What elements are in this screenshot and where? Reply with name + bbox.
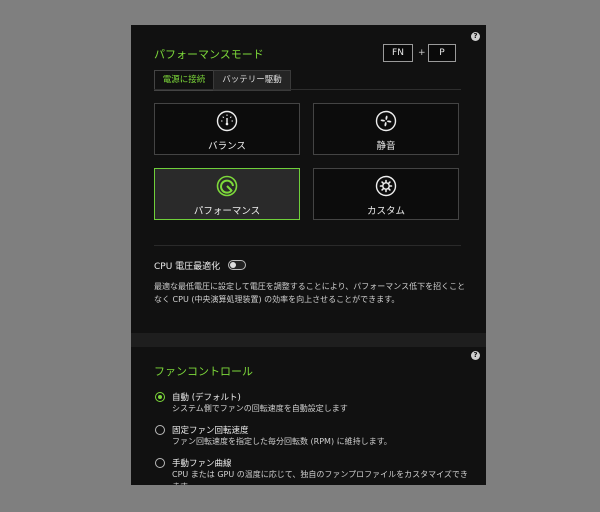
mode-balance-label: バランス — [208, 141, 246, 152]
section-divider — [154, 245, 461, 246]
performance-icon — [216, 175, 238, 197]
performance-mode-title: パフォーマンスモード — [154, 48, 264, 61]
gear-icon — [375, 175, 397, 197]
performance-mode-section: ? パフォーマンスモード FN + P 電源に接続 バッテリー駆動 バランス 静… — [131, 25, 486, 333]
mode-silent-label: 静音 — [376, 141, 396, 152]
fan-control-section: ? ファンコントロール 自動 (デフォルト) システム側でファンの回転速度を自動… — [131, 347, 486, 485]
fan-auto-title: 自動 (デフォルト) — [172, 393, 241, 403]
fan-help-icon[interactable]: ? — [471, 351, 480, 360]
cpu-voltage-description: 最適な最低電圧に設定して電圧を調整することにより、パフォーマンス低下を招くことな… — [154, 282, 466, 304]
tab-underline — [154, 89, 461, 90]
fan-control-title: ファンコントロール — [154, 365, 253, 378]
fan-fixed-radio[interactable] — [155, 425, 165, 435]
gauge-icon — [216, 110, 238, 132]
fan-manual-title: 手動ファン曲線 — [172, 459, 232, 469]
mode-custom-card[interactable]: カスタム — [313, 168, 459, 220]
mode-performance-card[interactable]: パフォーマンス — [154, 168, 300, 220]
toggle-knob — [230, 262, 236, 268]
fan-fixed-title: 固定ファン回転速度 — [172, 426, 249, 436]
fan-auto-desc: システム側でファンの回転速度を自動設定します — [172, 404, 348, 413]
fan-auto-radio[interactable] — [155, 392, 165, 402]
mode-silent-card[interactable]: 静音 — [313, 103, 459, 155]
fan-icon — [375, 110, 397, 132]
shortcut-plus: + — [418, 48, 426, 58]
shortcut-key-fn: FN — [383, 44, 413, 62]
section-separator — [131, 333, 486, 347]
tab-plugged-in[interactable]: 電源に接続 — [154, 70, 214, 91]
performance-help-icon[interactable]: ? — [471, 32, 480, 41]
shortcut-key-p: P — [428, 44, 456, 62]
fan-fixed-desc: ファン回転速度を指定した毎分回転数 (RPM) に維持します。 — [172, 437, 392, 446]
tab-battery[interactable]: バッテリー駆動 — [213, 70, 291, 91]
mode-custom-label: カスタム — [366, 206, 405, 217]
cpu-voltage-label: CPU 電圧最適化 — [154, 262, 221, 272]
cpu-voltage-toggle[interactable] — [228, 260, 246, 270]
fan-manual-radio[interactable] — [155, 458, 165, 468]
settings-panel: ? パフォーマンスモード FN + P 電源に接続 バッテリー駆動 バランス 静… — [131, 25, 486, 485]
fan-manual-desc: CPU または GPU の温度に応じて、独自のファンプロファイルをカスタマイズで… — [172, 470, 468, 485]
mode-performance-label: パフォーマンス — [193, 206, 261, 217]
mode-balance-card[interactable]: バランス — [154, 103, 300, 155]
